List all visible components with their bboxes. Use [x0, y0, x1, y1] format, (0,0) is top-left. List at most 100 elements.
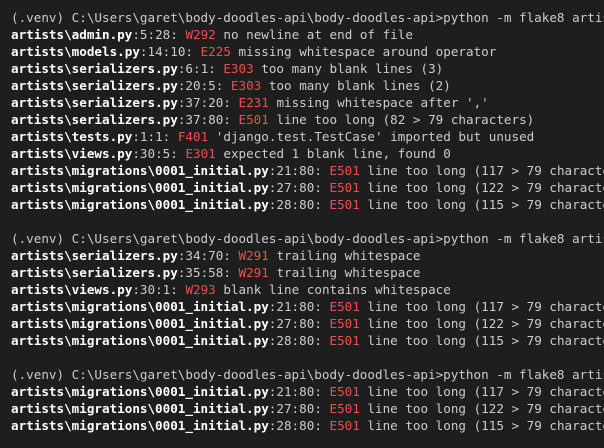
file-path: artists\serializers.py	[11, 248, 178, 263]
line-column: 21:80	[276, 384, 315, 399]
separator	[231, 44, 239, 59]
lint-result-line: artists\serializers.py:35:58: W291 trail…	[11, 264, 604, 281]
error-code: E501	[329, 197, 360, 212]
separator: :	[314, 180, 330, 195]
command-prompt: (.venv) C:\Users\garet\body-doodles-api\…	[11, 231, 604, 246]
error-message: line too long (115 > 79 characters)	[367, 333, 604, 348]
error-message: missing whitespace after ','	[276, 95, 489, 110]
file-path: artists\admin.py	[11, 27, 133, 42]
file-path: artists\migrations\0001_initial.py	[11, 180, 269, 195]
command-block: (.venv) C:\Users\garet\body-doodles-api\…	[11, 366, 604, 434]
separator: :	[139, 44, 148, 59]
command-prompt: (.venv) C:\Users\garet\body-doodles-api\…	[11, 10, 604, 25]
line-column: 34:70	[185, 248, 224, 263]
file-path: artists\views.py	[11, 282, 133, 297]
error-message: line too long (115 > 79 characters)	[367, 418, 604, 433]
separator: :	[314, 299, 330, 314]
line-column: 1:1	[139, 129, 163, 144]
line-column: 37:80	[185, 112, 224, 127]
line-column: 37:20	[185, 95, 224, 110]
separator: :	[132, 129, 140, 144]
error-code: E303	[223, 61, 254, 76]
lint-result-line: artists\migrations\0001_initial.py:27:80…	[11, 179, 604, 196]
error-message: trailing whitespace	[276, 265, 421, 280]
line-column: 35:58	[185, 265, 224, 280]
terminal-output[interactable]: (.venv) C:\Users\garet\body-doodles-api\…	[0, 0, 604, 448]
error-code: E501	[329, 180, 360, 195]
error-code: E501	[329, 384, 360, 399]
separator: :	[170, 282, 186, 297]
error-code: E501	[329, 418, 360, 433]
line-column: 21:80	[276, 299, 315, 314]
file-path: artists\models.py	[11, 44, 140, 59]
file-path: artists\migrations\0001_initial.py	[11, 299, 269, 314]
lint-result-line: artists\migrations\0001_initial.py:21:80…	[11, 383, 604, 400]
error-message: line too long (117 > 79 characters)	[367, 163, 604, 178]
error-code: E501	[238, 112, 269, 127]
error-message: blank line contains whitespace	[223, 282, 451, 297]
separator: :	[314, 316, 330, 331]
separator: :	[170, 27, 186, 42]
error-message: expected 1 blank line, found 0	[223, 146, 451, 161]
file-path: artists\migrations\0001_initial.py	[11, 333, 269, 348]
separator: :	[223, 248, 239, 263]
line-column: 30:1	[139, 282, 171, 297]
lint-result-line: artists\serializers.py:6:1: E303 too man…	[11, 60, 604, 77]
file-path: artists\migrations\0001_initial.py	[11, 401, 269, 416]
file-path: artists\views.py	[11, 146, 133, 161]
error-message: line too long (122 > 79 characters)	[367, 316, 604, 331]
line-column: 20:5	[185, 78, 216, 93]
error-message: line too long (122 > 79 characters)	[367, 401, 604, 416]
line-column: 27:80	[276, 180, 315, 195]
error-message: line too long (82 > 79 characters)	[276, 112, 535, 127]
line-column: 21:80	[276, 163, 315, 178]
lint-result-line: artists\migrations\0001_initial.py:21:80…	[11, 162, 604, 179]
separator: :	[314, 163, 330, 178]
error-code: W293	[185, 282, 216, 297]
separator: :	[223, 112, 239, 127]
error-code: E501	[329, 299, 360, 314]
lint-result-line: artists\migrations\0001_initial.py:28:80…	[11, 196, 604, 213]
file-path: artists\migrations\0001_initial.py	[11, 384, 269, 399]
lint-result-line: artists\serializers.py:20:5: E303 too ma…	[11, 77, 604, 94]
lint-result-line: artists\migrations\0001_initial.py:28:80…	[11, 332, 604, 349]
lint-result-line: artists\models.py:14:10: E225 missing wh…	[11, 43, 604, 60]
file-path: artists\serializers.py	[11, 112, 178, 127]
line-column: 30:5	[139, 146, 171, 161]
separator: :	[314, 197, 330, 212]
error-code: E301	[185, 146, 216, 161]
separator	[208, 129, 216, 144]
separator: :	[223, 95, 239, 110]
separator: :	[314, 401, 330, 416]
error-code: W291	[238, 248, 269, 263]
lint-result-line: artists\serializers.py:37:20: E231 missi…	[11, 94, 604, 111]
error-message: line too long (115 > 79 characters)	[367, 197, 604, 212]
error-code: W292	[185, 27, 216, 42]
error-message: trailing whitespace	[276, 248, 421, 263]
command-prompt: (.venv) C:\Users\garet\body-doodles-api\…	[11, 367, 604, 382]
separator: :	[314, 333, 330, 348]
separator: :	[132, 282, 140, 297]
separator: :	[132, 146, 140, 161]
error-code: E501	[329, 316, 360, 331]
command-block: (.venv) C:\Users\garet\body-doodles-api\…	[11, 230, 604, 349]
separator: :	[208, 61, 224, 76]
separator: :	[170, 146, 186, 161]
error-code: E501	[329, 401, 360, 416]
error-message: too many blank lines (2)	[268, 78, 451, 93]
file-path: artists\migrations\0001_initial.py	[11, 197, 269, 212]
lint-result-line: artists\serializers.py:37:80: E501 line …	[11, 111, 604, 128]
line-column: 27:80	[276, 316, 315, 331]
line-column: 28:80	[276, 333, 315, 348]
separator: :	[132, 27, 140, 42]
file-path: artists\tests.py	[11, 129, 133, 144]
lint-result-line: artists\tests.py:1:1: F401 'django.test.…	[11, 128, 604, 145]
lint-result-line: artists\migrations\0001_initial.py:28:80…	[11, 417, 604, 434]
line-column: 5:28	[139, 27, 171, 42]
lint-result-line: artists\migrations\0001_initial.py:27:80…	[11, 400, 604, 417]
file-path: artists\serializers.py	[11, 95, 178, 110]
error-code: E501	[329, 333, 360, 348]
separator: :	[223, 265, 239, 280]
